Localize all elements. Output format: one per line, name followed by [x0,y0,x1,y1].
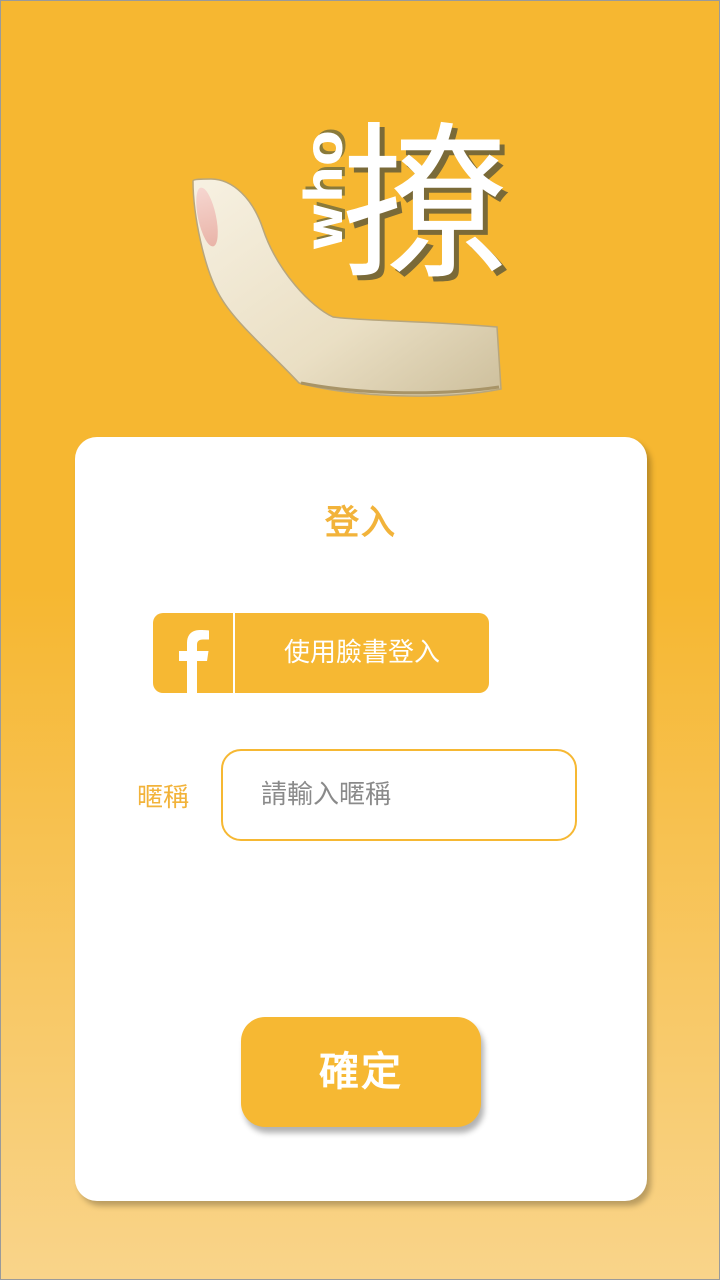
login-screen: who 撩 登入 使用臉書登入 暱稱 確定 [0,0,720,1280]
login-card: 登入 使用臉書登入 暱稱 確定 [75,437,647,1201]
nickname-input[interactable] [221,749,577,841]
facebook-login-button[interactable]: 使用臉書登入 [153,613,489,693]
nickname-label: 暱稱 [137,783,190,813]
login-title: 登入 [325,503,397,543]
facebook-icon [153,613,233,693]
facebook-login-label: 使用臉書登入 [283,638,440,668]
logo-main-character: 撩 [341,107,509,303]
confirm-button[interactable]: 確定 [241,1017,481,1127]
app-logo: who 撩 [181,121,541,421]
